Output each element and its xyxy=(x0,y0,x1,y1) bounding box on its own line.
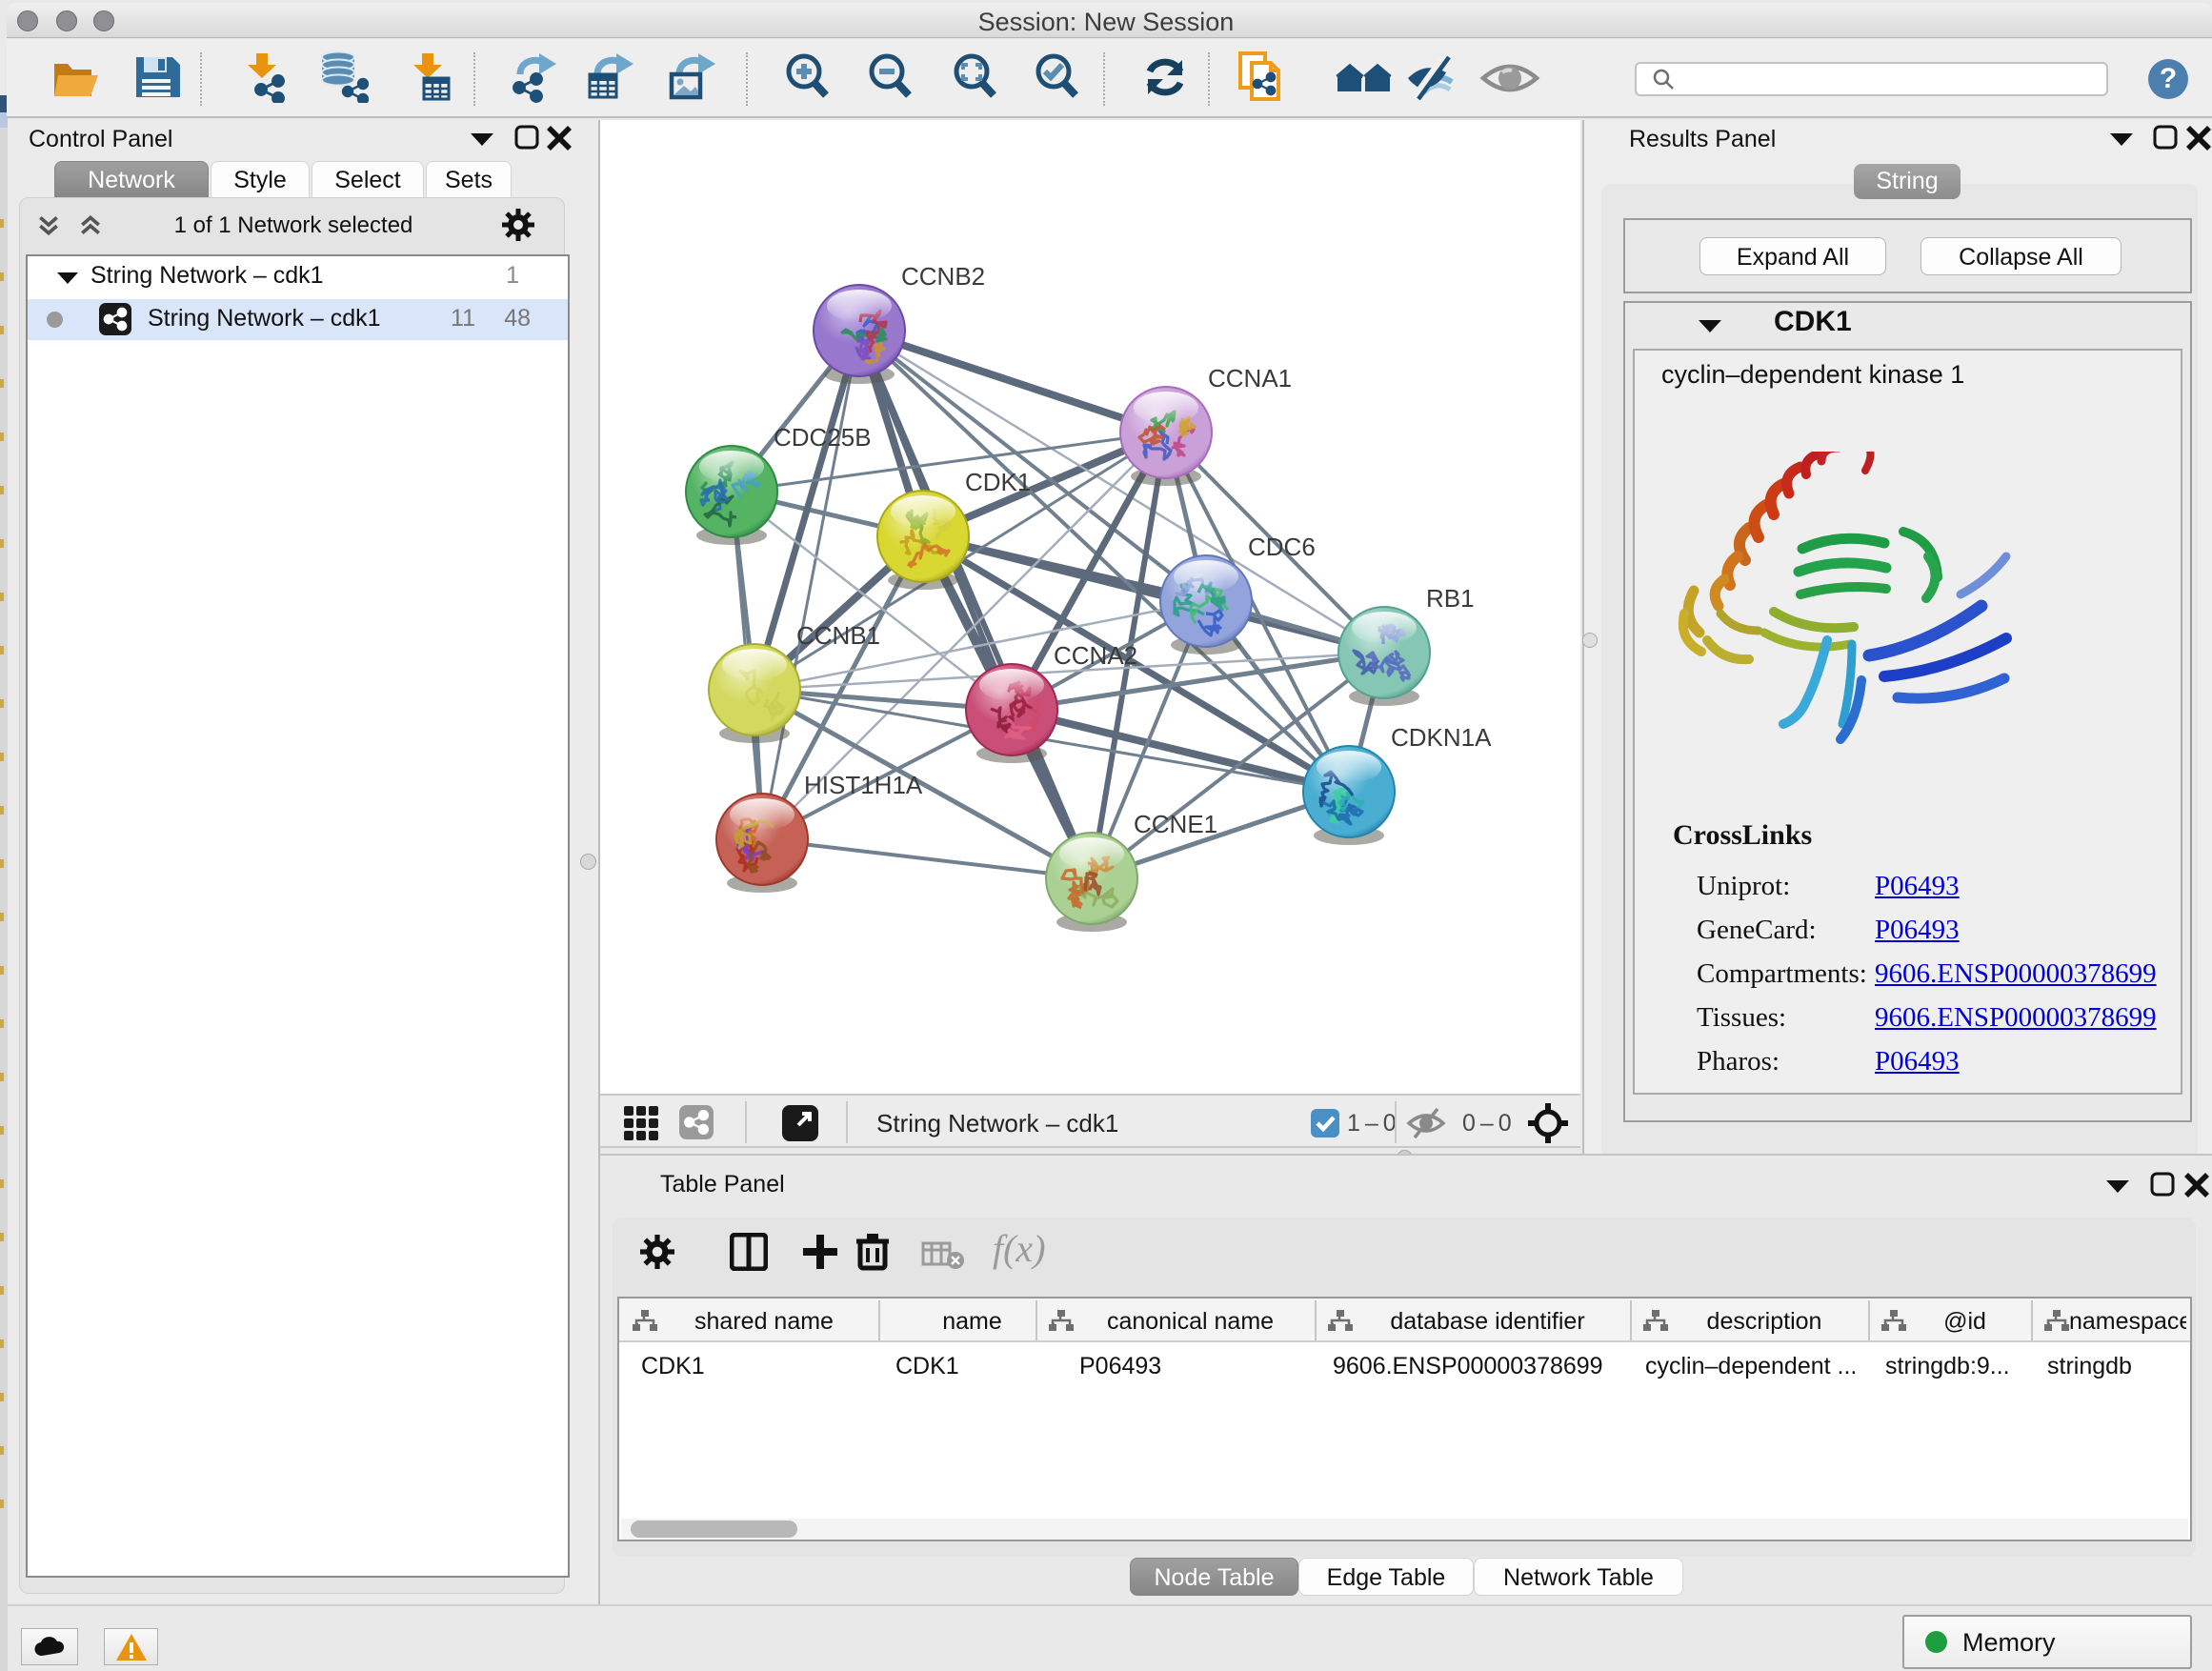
svg-text:RB1: RB1 xyxy=(1426,584,1475,613)
svg-text:CCNE1: CCNE1 xyxy=(1134,810,1217,838)
svg-text:CCNA1: CCNA1 xyxy=(1208,364,1292,393)
svg-text:CDC25B: CDC25B xyxy=(774,423,872,452)
svg-text:CCNB2: CCNB2 xyxy=(901,262,985,291)
svg-text:HIST1H1A: HIST1H1A xyxy=(804,771,923,799)
svg-text:CCNB1: CCNB1 xyxy=(796,621,880,650)
svg-text:CDC6: CDC6 xyxy=(1248,533,1316,561)
svg-text:CCNA2: CCNA2 xyxy=(1054,641,1137,670)
svg-text:CDKN1A: CDKN1A xyxy=(1391,723,1492,752)
svg-text:CDK1: CDK1 xyxy=(965,468,1031,496)
